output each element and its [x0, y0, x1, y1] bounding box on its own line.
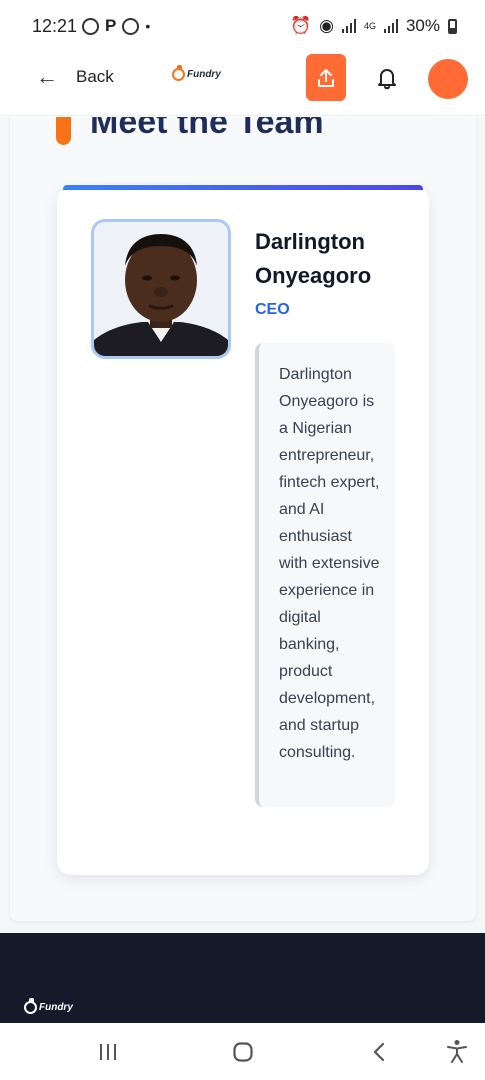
notifications-button[interactable]	[374, 65, 400, 91]
recent-apps-button[interactable]	[98, 1043, 118, 1066]
battery-percent: 30%	[405, 16, 440, 35]
home-button[interactable]	[233, 1042, 253, 1067]
arrow-left-icon: ←	[36, 64, 58, 89]
hotspot-icon: ◉	[319, 16, 334, 35]
member-name: Darlington Onyeagoro	[255, 229, 372, 288]
accessibility-button[interactable]	[446, 1039, 468, 1068]
fundry-logo[interactable]: Fundry	[172, 65, 221, 81]
network-type: 4G	[363, 20, 376, 31]
status-bar: 12:21 P • ⏰ ◉ 4G 30%	[0, 0, 485, 52]
site-footer: Fundry	[0, 933, 485, 1023]
whatsapp-icon	[122, 17, 140, 35]
team-member-card: Darlington Onyeagoro CEO Darlington Onye…	[57, 185, 429, 875]
recent-apps-icon	[100, 1044, 116, 1060]
signal-icon	[341, 19, 356, 33]
fundry-logo-mark	[172, 65, 185, 81]
status-system-icons: ⏰ ◉ 4G 30%	[290, 16, 457, 36]
accessibility-icon	[447, 1040, 467, 1063]
app-header: ← Back Fundry	[0, 52, 485, 116]
notification-p-icon: P	[105, 16, 117, 35]
status-notification-icons: P •	[82, 16, 150, 36]
upload-icon	[318, 68, 334, 87]
bell-icon	[378, 69, 396, 90]
signal-icon-2	[383, 19, 398, 33]
back-button[interactable]: ← Back	[36, 66, 114, 88]
fundry-logo-text: Fundry	[187, 69, 221, 80]
whatsapp-icon	[82, 17, 99, 35]
status-time: 12:21	[32, 16, 78, 36]
footer-logo-mark	[24, 998, 37, 1014]
share-button[interactable]	[306, 54, 346, 101]
member-bio: Darlington Onyeagoro is a Nigerian entre…	[279, 366, 380, 761]
member-bio-box: Darlington Onyeagoro is a Nigerian entre…	[255, 343, 395, 807]
member-role: CEO	[255, 301, 290, 318]
alarm-icon: ⏰	[289, 16, 312, 35]
section-title: Meet the Team	[90, 117, 324, 141]
footer-logo-text: Fundry	[39, 1002, 73, 1013]
card-top-accent	[63, 185, 423, 190]
chevron-left-icon	[373, 1042, 385, 1062]
member-photo	[91, 219, 231, 359]
home-icon	[233, 1042, 253, 1062]
profile-avatar[interactable]	[428, 59, 468, 99]
system-nav-bar	[0, 1023, 485, 1080]
title-accent-bar	[56, 117, 71, 145]
main-content: Meet the Team Darlington Onyeagoro CEO D…	[0, 117, 485, 933]
member-portrait-image	[94, 222, 228, 356]
back-label: Back	[76, 67, 114, 86]
battery-icon	[448, 18, 457, 34]
more-notifications-dot: •	[145, 18, 151, 34]
footer-logo[interactable]: Fundry	[24, 998, 73, 1014]
nav-back-button[interactable]	[372, 1042, 386, 1067]
